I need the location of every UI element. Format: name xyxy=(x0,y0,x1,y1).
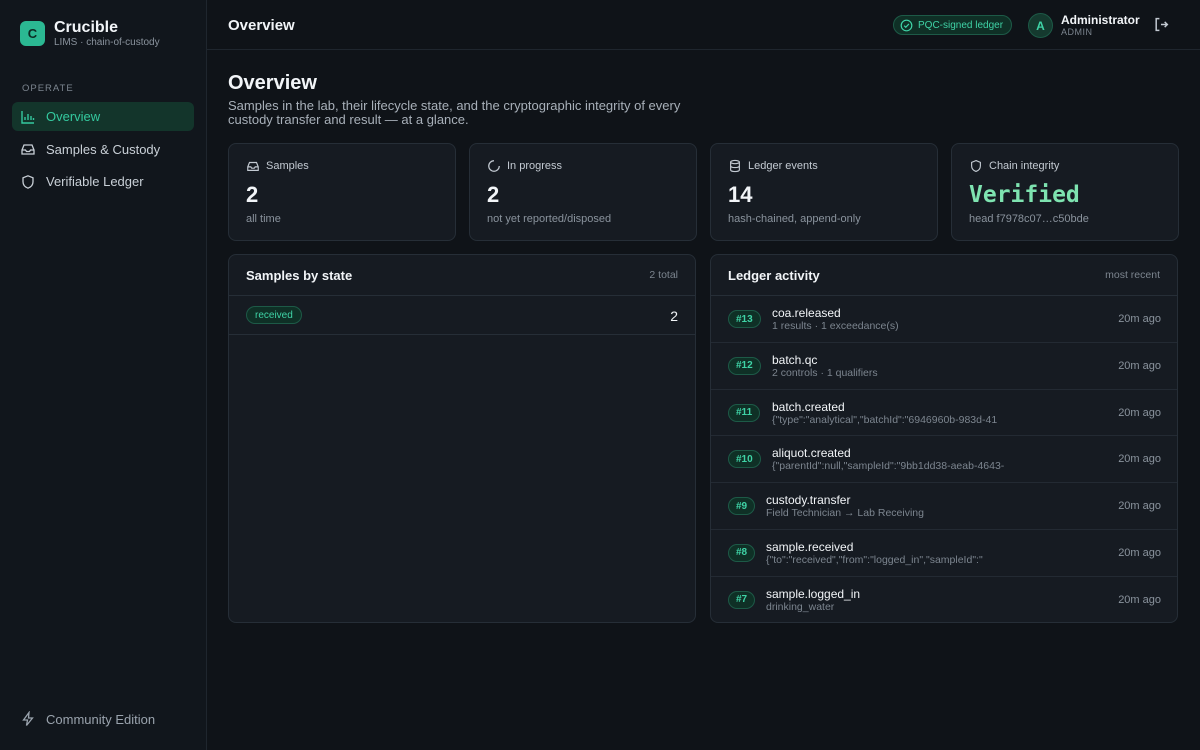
panel-meta: most recent xyxy=(1105,269,1160,281)
ledger-row[interactable]: #8 sample.received {"to":"received","fro… xyxy=(711,530,1177,577)
ledger-time: 20m ago xyxy=(1118,500,1161,513)
topbar-title: Overview xyxy=(228,17,295,34)
stat-value-verified: Verified xyxy=(969,182,1080,208)
panel-header: Samples by state 2 total xyxy=(229,255,695,296)
stat-value: 2 xyxy=(246,182,259,207)
logout-icon[interactable] xyxy=(1153,16,1170,33)
ledger-event: custody.transfer xyxy=(766,493,851,508)
sidebar: C Crucible LIMS · chain-of-custody OPERA… xyxy=(0,0,207,750)
stat-card-chain-integrity: Chain integrity Verified head f7978c07…c… xyxy=(951,143,1179,241)
stat-sub: hash-chained, append-only xyxy=(728,213,861,225)
stat-label: In progress xyxy=(507,160,563,172)
ledger-id-badge: #7 xyxy=(728,590,756,609)
stat-sub: not yet reported/disposed xyxy=(487,213,612,225)
spinner-icon xyxy=(488,160,500,172)
ledger-time: 20m ago xyxy=(1118,593,1161,606)
ledger-row[interactable]: #11 batch.created {"type":"analytical","… xyxy=(711,390,1177,437)
ledger-id-badge: #10 xyxy=(728,450,761,469)
topbar: Overview PQC-signed ledger A Administrat… xyxy=(207,0,1200,50)
stat-label: Samples xyxy=(266,160,309,172)
ledger-id-badge: #8 xyxy=(728,543,756,562)
ledger-detail: 2 controls · 1 qualifiers xyxy=(772,366,878,379)
edition-text: Community Edition xyxy=(46,711,156,727)
ledger-event: sample.received xyxy=(766,539,854,554)
ledger-detail: {"to":"received","from":"logged_in","sam… xyxy=(766,553,983,566)
brand[interactable]: C Crucible LIMS · chain-of-custody xyxy=(20,18,160,49)
ledger-event: batch.created xyxy=(772,399,845,414)
pqc-badge[interactable]: PQC-signed ledger xyxy=(893,15,1013,35)
shield-icon xyxy=(22,174,34,189)
state-badge: received xyxy=(246,306,302,324)
stat-value: 14 xyxy=(728,182,753,207)
state-count: 2 xyxy=(670,308,678,324)
ledger-row[interactable]: #10 aliquot.created {"parentId":null,"sa… xyxy=(711,436,1177,484)
stat-value: 2 xyxy=(487,182,500,207)
ledger-time: 20m ago xyxy=(1118,313,1161,325)
sidebar-item-label: Samples & Custody xyxy=(46,141,161,157)
ledger-detail: {"parentId":null,"sampleId":"9bb1dd38-ae… xyxy=(772,460,1005,473)
ledger-row[interactable]: #12 batch.qc 2 controls · 1 qualifiers 2… xyxy=(711,343,1177,390)
ledger-event: aliquot.created xyxy=(772,446,851,461)
stat-sub: all time xyxy=(246,213,281,225)
sidebar-item-label: Overview xyxy=(46,109,101,124)
ledger-id-badge: #9 xyxy=(728,497,756,516)
check-circle-icon xyxy=(900,19,913,31)
user-name: Administrator xyxy=(1061,13,1140,27)
stat-card-ledger-events: Ledger events 14 hash-chained, append-on… xyxy=(710,143,938,241)
sidebar-item-verifiable-ledger[interactable]: Verifiable Ledger xyxy=(12,167,194,196)
page-title: Overview xyxy=(228,72,317,94)
ledger-detail: Field Technician → Lab Receiving xyxy=(766,507,924,520)
brand-subtitle: LIMS · chain-of-custody xyxy=(54,37,160,48)
ledger-detail: 1 results · 1 exceedance(s) xyxy=(772,320,899,332)
panel-header: Ledger activity most recent xyxy=(711,255,1177,296)
inbox-icon xyxy=(21,144,35,155)
stat-sub: head f7978c07…c50bde xyxy=(969,213,1089,225)
pqc-badge-label: PQC-signed ledger xyxy=(918,19,1004,31)
ledger-time: 20m ago xyxy=(1118,359,1161,372)
panel-title: Samples by state xyxy=(246,268,353,283)
database-icon xyxy=(730,159,740,173)
shield-icon xyxy=(971,159,981,173)
lightning-icon xyxy=(22,711,34,726)
ledger-event: coa.released xyxy=(772,306,841,320)
user-info: Administrator ADMIN xyxy=(1061,13,1140,38)
stat-label: Ledger events xyxy=(748,160,818,172)
ledger-event: sample.logged_in xyxy=(766,586,861,601)
bar-chart-icon xyxy=(21,110,35,124)
panel-meta: 2 total xyxy=(649,269,678,281)
ledger-time: 20m ago xyxy=(1118,406,1161,419)
nav-section-label: OPERATE xyxy=(22,83,74,94)
ledger-time: 20m ago xyxy=(1118,546,1161,559)
stat-card-samples: Samples 2 all time xyxy=(228,143,456,241)
sidebar-nav: Overview Samples & Custody Verifiable Le… xyxy=(12,102,194,200)
ledger-id-badge: #13 xyxy=(728,310,761,328)
sidebar-item-label: Verifiable Ledger xyxy=(46,174,144,189)
brand-logo: C xyxy=(20,21,45,46)
page-description: Samples in the lab, their lifecycle stat… xyxy=(228,98,681,127)
ledger-row[interactable]: #7 sample.logged_in drinking_water 20m a… xyxy=(711,577,1177,622)
state-row[interactable]: received 2 xyxy=(229,296,695,335)
stat-card-in-progress: In progress 2 not yet reported/disposed xyxy=(469,143,697,241)
ledger-row[interactable]: #9 custody.transfer Field Technician → L… xyxy=(711,483,1177,530)
ledger-time: 20m ago xyxy=(1118,453,1161,466)
ledger-row[interactable]: #13 coa.released 1 results · 1 exceedanc… xyxy=(711,296,1177,343)
inbox-icon xyxy=(247,161,259,171)
avatar[interactable]: A xyxy=(1028,13,1053,38)
sidebar-item-samples-custody[interactable]: Samples & Custody xyxy=(12,135,194,164)
user-role: ADMIN xyxy=(1061,27,1093,37)
panel-title: Ledger activity xyxy=(728,268,820,283)
ledger-id-badge: #12 xyxy=(728,356,761,375)
ledger-id-badge: #11 xyxy=(728,403,761,422)
stat-label: Chain integrity xyxy=(989,160,1060,172)
sidebar-item-overview[interactable]: Overview xyxy=(12,102,194,131)
ledger-detail: {"type":"analytical","batchId":"6946960b… xyxy=(772,413,998,426)
brand-name: Crucible xyxy=(54,19,119,36)
ledger-event: batch.qc xyxy=(772,352,818,367)
samples-by-state-panel: Samples by state 2 total received 2 xyxy=(228,254,696,623)
edition-label: Community Edition xyxy=(20,711,155,727)
ledger-detail: drinking_water xyxy=(766,600,835,613)
ledger-activity-panel: Ledger activity most recent #13 coa.rele… xyxy=(710,254,1178,623)
